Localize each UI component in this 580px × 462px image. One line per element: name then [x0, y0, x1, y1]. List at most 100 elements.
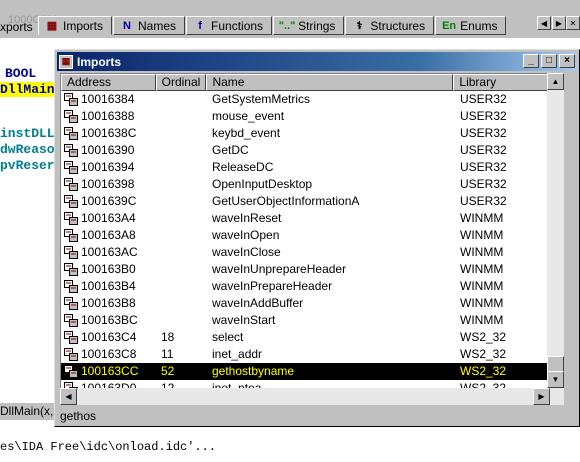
import-entry-icon — [64, 161, 78, 174]
import-name: GetDC — [212, 143, 249, 157]
import-name: gethostbyname — [212, 364, 295, 378]
function-status-bar: DllMain(x,x — [0, 403, 56, 420]
view-tab-strip: 1000C000: xports ▦ Imports N Names f Function… — [0, 0, 580, 38]
import-name: waveInStart — [212, 313, 276, 327]
disassembly-view[interactable]: BOOL DllMain instDLL dwReaso pvReser — [0, 38, 56, 412]
import-entry-icon — [64, 280, 78, 293]
table-row[interactable]: 100163AC waveInClose WINMM — [61, 244, 549, 261]
table-row[interactable]: 1001639C GetUserObjectInformationA USER32 — [61, 193, 549, 210]
import-library: WINMM — [460, 228, 504, 242]
table-row[interactable]: 10016394 ReleaseDC USER32 — [61, 159, 549, 176]
import-name: waveInPrepareHeader — [212, 279, 333, 293]
import-entry-icon — [64, 195, 78, 208]
import-address: 100163CC — [81, 364, 139, 378]
strings-icon: ".." — [278, 19, 296, 32]
import-library: USER32 — [460, 177, 507, 191]
names-icon: N — [123, 19, 131, 32]
table-row[interactable]: 100163BC waveInStart WINMM — [61, 312, 549, 329]
import-library: WINMM — [460, 279, 504, 293]
import-name: waveInClose — [212, 245, 281, 259]
import-entry-icon — [64, 229, 78, 242]
import-address: 10016398 — [81, 177, 135, 191]
tab-functions[interactable]: f Functions — [186, 16, 273, 35]
column-header-ordinal[interactable]: Ordinal — [155, 74, 207, 91]
code-line: instDLL — [0, 126, 55, 141]
code-line: dwReaso — [0, 142, 55, 157]
import-entry-icon — [64, 144, 78, 157]
import-name: waveInUnprepareHeader — [212, 262, 347, 276]
import-name: mouse_event — [212, 109, 285, 123]
code-line-function[interactable]: DllMain — [0, 82, 55, 97]
import-library: USER32 — [460, 92, 507, 106]
tab-imports[interactable]: ▦ Imports — [38, 16, 113, 35]
import-entry-icon — [64, 263, 78, 276]
table-row[interactable]: 10016398 OpenInputDesktop USER32 — [61, 176, 549, 193]
import-entry-icon — [64, 127, 78, 140]
import-library: WINMM — [460, 262, 504, 276]
import-entry-icon — [64, 331, 78, 344]
tab-scroll-right-button[interactable]: ▶ — [552, 16, 566, 30]
table-row[interactable]: 10016390 GetDC USER32 — [61, 142, 549, 159]
tab-enums[interactable]: En Enums — [435, 16, 507, 35]
maximize-button[interactable]: □ — [541, 54, 557, 68]
import-entry-icon — [64, 246, 78, 259]
scroll-down-button[interactable]: ▼ — [547, 371, 564, 388]
column-header-address[interactable]: Address — [61, 74, 156, 91]
table-row[interactable]: 100163B4 waveInPrepareHeader WINMM — [61, 278, 549, 295]
import-address: 10016388 — [81, 109, 135, 123]
import-ordinal: 11 — [161, 347, 174, 361]
import-address: 100163B8 — [81, 296, 136, 310]
scroll-right-button[interactable]: ▶ — [533, 388, 550, 405]
tab-close-button[interactable]: ✕ — [566, 16, 580, 30]
import-library: WS2_32 — [460, 330, 507, 344]
import-library: WINMM — [460, 313, 504, 327]
imports-table[interactable]: Address Ordinal Name Library 10016384 Get… — [60, 73, 550, 405]
quick-search-text: gethos — [60, 409, 97, 423]
close-button[interactable]: × — [559, 54, 575, 68]
table-row[interactable]: 1001638C keybd_event USER32 — [61, 125, 549, 142]
import-library: USER32 — [460, 126, 507, 140]
import-name: GetSystemMetrics — [212, 92, 311, 106]
tab-strings[interactable]: ".." Strings — [273, 16, 345, 35]
import-name: keybd_event — [212, 126, 281, 140]
imports-table-header: Address Ordinal Name Library — [61, 74, 549, 91]
tab-scroll-left-button[interactable]: ◀ — [537, 16, 551, 30]
scroll-up-button[interactable]: ▲ — [547, 73, 564, 90]
import-entry-icon — [64, 365, 78, 378]
code-line: BOOL — [5, 66, 37, 81]
minimize-button[interactable]: _ — [523, 54, 539, 68]
import-address: 100163C8 — [81, 347, 137, 361]
import-name: inet_addr — [212, 347, 263, 361]
table-row[interactable]: 10016388 mouse_event USER32 — [61, 108, 549, 125]
horizontal-scrollbar[interactable]: ◀ ▶ — [60, 388, 550, 405]
tab-label: Structures — [370, 18, 426, 33]
import-address: 1001638C — [81, 126, 137, 140]
import-library: USER32 — [460, 143, 507, 157]
column-header-name[interactable]: Name — [206, 74, 454, 91]
table-row[interactable]: 100163CC 52 gethostbyname WS2_32 — [61, 363, 549, 380]
import-address: 100163AC — [81, 245, 138, 259]
tab-exports[interactable]: xports — [0, 17, 36, 36]
import-address: 10016384 — [81, 92, 135, 106]
import-entry-icon — [64, 93, 78, 106]
column-header-library[interactable]: Library — [453, 74, 549, 91]
imports-window[interactable]: ▦ Imports _ □ × Address Ordinal Name Lib… — [54, 49, 580, 427]
scroll-left-button[interactable]: ◀ — [60, 388, 77, 405]
tab-names[interactable]: N Names — [113, 16, 186, 35]
vertical-scroll-thumb[interactable] — [547, 356, 564, 372]
import-address: 10016394 — [81, 160, 135, 174]
import-name: select — [212, 330, 244, 344]
import-name: waveInOpen — [212, 228, 280, 242]
table-row[interactable]: 100163B8 waveInAddBuffer WINMM — [61, 295, 549, 312]
table-row[interactable]: 100163C4 18 select WS2_32 — [61, 329, 549, 346]
imports-title-bar[interactable]: ▦ Imports _ □ × — [57, 52, 577, 71]
table-row[interactable]: 100163C8 11 inet_addr WS2_32 — [61, 346, 549, 363]
functions-icon: f — [198, 19, 202, 32]
table-row[interactable]: 100163A4 waveInReset WINMM — [61, 210, 549, 227]
tab-structures[interactable]: ⚕ Structures — [345, 16, 435, 35]
table-row[interactable]: 100163A8 waveInOpen WINMM — [61, 227, 549, 244]
table-row[interactable]: 10016384 GetSystemMetrics USER32 — [61, 91, 549, 108]
vertical-scrollbar[interactable]: ▲ ▼ — [547, 73, 564, 405]
structures-icon: ⚕ — [356, 20, 363, 32]
table-row[interactable]: 100163B0 waveInUnprepareHeader WINMM — [61, 261, 549, 278]
